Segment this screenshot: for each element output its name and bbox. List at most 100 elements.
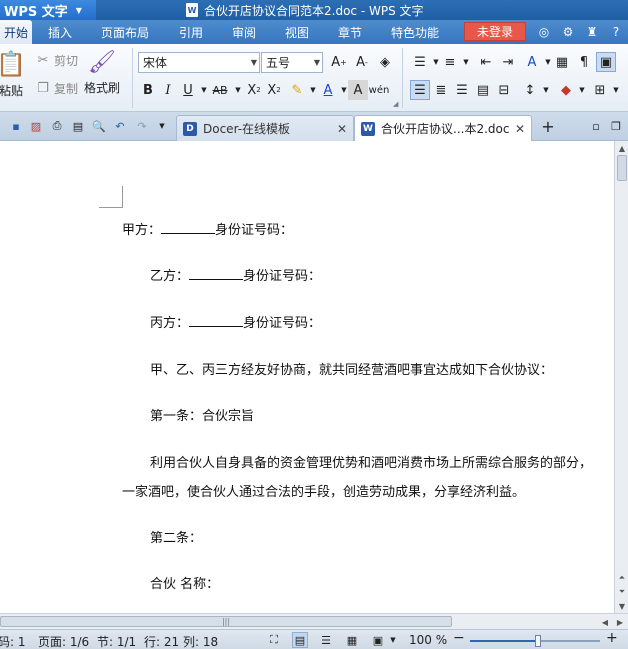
paragraph-party-b[interactable]: 乙方： 身份证号码： — [150, 265, 321, 284]
align-left-icon[interactable]: ☰ — [410, 80, 430, 100]
tab-chapter[interactable]: 章节 — [338, 20, 362, 44]
font-size-value: 五号 — [266, 56, 291, 70]
format-painter-button[interactable]: 🖌 格式刷 — [84, 50, 120, 96]
paragraph-party-a[interactable]: 甲方： 身份证号码： — [122, 219, 293, 238]
table-icon[interactable]: ▦ — [552, 52, 572, 72]
view-layout-icon[interactable]: ▣ — [596, 52, 616, 72]
preview-icon[interactable]: 🔍 — [91, 118, 107, 134]
zoom-in-icon[interactable]: + — [606, 630, 618, 646]
superscript-icon[interactable]: X2 — [244, 80, 264, 100]
next-page-icon[interactable]: ⏷ — [615, 585, 628, 599]
font-name-select[interactable]: 宋体 ▼ — [138, 52, 260, 73]
reading-view-icon[interactable]: ▣ — [370, 632, 386, 648]
chevron-down-icon[interactable]: ▼ — [154, 118, 170, 134]
previous-page-icon[interactable]: ⏶ — [615, 571, 628, 585]
page-position[interactable]: 页面: 1/6 — [38, 633, 89, 649]
scroll-thumb[interactable]: ||| — [0, 616, 452, 627]
document-page[interactable]: 甲方： 身份证号码： 乙方： 身份证号码： 丙方： 身份证号码： 甲、乙、丙三方经友好… — [0, 141, 614, 613]
settings-icon[interactable]: ⚙ — [560, 24, 576, 40]
paragraph-purpose-line1[interactable]: 利用合伙人自身具备的资金管理优势和酒吧消费市场上所需综合服务的部分， — [150, 452, 592, 471]
tab-current-document[interactable]: W 合伙开店协议...本2.doc ✕ — [354, 115, 532, 141]
new-tab-icon[interactable]: + — [540, 117, 556, 136]
chevron-down-icon[interactable]: ▼ — [572, 80, 592, 100]
fullscreen-icon[interactable]: ⛶ — [266, 632, 282, 648]
font-size-select[interactable]: 五号 ▼ — [261, 52, 323, 73]
char-shading-icon[interactable]: A — [348, 80, 368, 100]
zoom-level[interactable]: 100 % — [409, 633, 447, 647]
export-pdf-icon[interactable]: ▨ — [28, 118, 44, 134]
scroll-thumb[interactable] — [617, 155, 627, 181]
tab-view[interactable]: 视图 — [285, 20, 309, 44]
phonetic-guide-icon[interactable]: wén — [369, 80, 390, 100]
print-icon[interactable]: ⎙ — [49, 118, 65, 134]
redo-icon[interactable]: ↷ — [134, 118, 150, 134]
row-position: 行: 21 — [144, 635, 180, 649]
paragraph-partnership-name[interactable]: 合伙 名称： — [150, 573, 219, 592]
paragraph-agreement-intro[interactable]: 甲、乙、丙三方经友好协商，就共同经营酒吧事宜达成如下合伙协议： — [150, 359, 553, 378]
document-title: 合伙开店协议合同范本2.doc - WPS 文字 — [204, 3, 424, 18]
show-marks-icon[interactable]: ¶ — [574, 52, 594, 72]
strikethrough-icon[interactable]: AB — [210, 80, 230, 100]
paste-label: 粘贴 — [0, 84, 23, 98]
chevron-down-icon[interactable]: ▼ — [385, 632, 401, 648]
print-preview-icon[interactable]: ▤ — [70, 118, 86, 134]
margin-marker — [99, 186, 123, 208]
distributed-align-icon[interactable]: ⊟ — [494, 80, 514, 100]
align-center-icon[interactable]: ≣ — [431, 80, 451, 100]
chevron-down-icon: ▼ — [313, 58, 320, 67]
align-right-icon[interactable]: ☰ — [452, 80, 472, 100]
save-icon[interactable]: ▪ — [8, 118, 24, 134]
vertical-scrollbar[interactable]: ▲ ⏶ ⏷ ▼ — [614, 141, 628, 613]
chevron-down-icon[interactable]: ▼ — [456, 52, 476, 72]
scroll-right-icon[interactable]: ▶ — [613, 614, 627, 630]
tab-references[interactable]: 引用 — [179, 20, 203, 44]
tab-docer-templates[interactable]: D Docer-在线模板 ✕ — [176, 115, 354, 141]
paragraph-purpose-line2[interactable]: 一家酒吧，使合伙人通过合法的手段，创造劳动成果，分享经济利益。 — [122, 481, 525, 500]
justify-icon[interactable]: ▤ — [473, 80, 493, 100]
chevron-down-icon[interactable]: ▼ — [606, 80, 626, 100]
shrink-font-icon[interactable]: A- — [352, 52, 372, 72]
paragraph-article-two[interactable]: 第二条： — [150, 527, 202, 546]
paragraph-party-c[interactable]: 丙方： 身份证号码： — [150, 312, 321, 331]
font-dialog-launcher-icon[interactable]: ◢ — [393, 100, 398, 108]
help-icon[interactable]: ? — [608, 24, 624, 40]
bold-icon[interactable]: B — [138, 80, 158, 100]
page-view-icon[interactable]: ▤ — [292, 632, 308, 648]
increase-indent-icon[interactable]: ⇥ — [498, 52, 518, 72]
tab-special-features[interactable]: 特色功能 — [391, 20, 439, 44]
app-menu-button[interactable]: WPS 文字 ▼ — [0, 0, 96, 20]
decrease-indent-icon[interactable]: ⇤ — [476, 52, 496, 72]
paragraph-article-one[interactable]: 第一条：合伙宗旨 — [150, 405, 254, 424]
skin-icon[interactable]: ◎ — [536, 24, 552, 40]
clear-format-icon[interactable]: ◈ — [375, 52, 395, 72]
scroll-down-icon[interactable]: ▼ — [615, 599, 628, 613]
chevron-down-icon[interactable]: ▼ — [536, 80, 556, 100]
status-bar: 页码: 1 页面: 1/6 节: 1/1 行: 21 列: 18 ⛶ ▤ ☰ ▦… — [0, 629, 628, 649]
copy-button[interactable]: ❐ 复制 — [34, 80, 78, 97]
subscript-icon[interactable]: X2 — [264, 80, 284, 100]
app-name: WPS 文字 — [4, 4, 68, 20]
window-restore-icon[interactable]: ❐ — [608, 118, 624, 134]
cut-button[interactable]: ✂ 剪切 — [34, 52, 78, 69]
tab-review[interactable]: 审阅 — [232, 20, 256, 44]
login-button[interactable]: 未登录 — [464, 22, 526, 41]
undo-icon[interactable]: ↶ — [112, 118, 128, 134]
tab-menu-icon[interactable]: ▫ — [588, 118, 604, 134]
outline-view-icon[interactable]: ☰ — [318, 632, 334, 648]
horizontal-scrollbar[interactable]: ||| ◀ ▶ — [0, 613, 628, 629]
shirt-icon[interactable]: ♜ — [584, 24, 600, 40]
tab-page-layout[interactable]: 页面布局 — [101, 20, 149, 44]
paste-button[interactable]: 📋 粘贴 — [0, 50, 26, 99]
zoom-out-icon[interactable]: − — [453, 630, 465, 646]
tab-insert[interactable]: 插入 — [48, 20, 72, 44]
tab-home[interactable]: 开始 — [0, 20, 33, 44]
close-icon[interactable]: ✕ — [515, 122, 525, 136]
scroll-up-icon[interactable]: ▲ — [615, 141, 628, 155]
close-icon[interactable]: ✕ — [337, 122, 347, 136]
web-view-icon[interactable]: ▦ — [344, 632, 360, 648]
zoom-slider[interactable] — [470, 635, 600, 647]
italic-icon[interactable]: I — [158, 80, 178, 100]
grow-font-icon[interactable]: A + — [329, 52, 349, 72]
zoom-slider-thumb[interactable] — [534, 635, 541, 647]
scroll-left-icon[interactable]: ◀ — [598, 614, 612, 630]
